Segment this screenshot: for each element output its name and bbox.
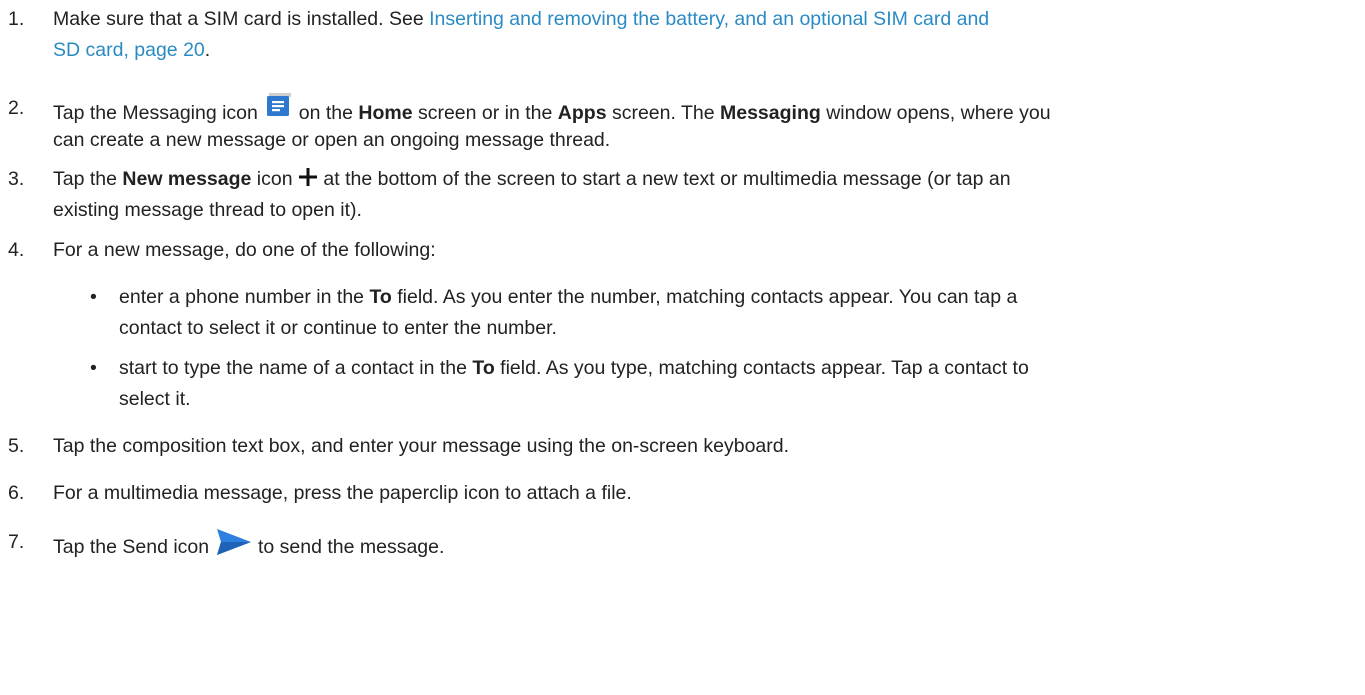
step-text: For a new message, do one of the followi… (53, 239, 436, 261)
step-text: Tap the composition text box, and enter … (53, 435, 790, 457)
step-number: 1. (8, 8, 25, 30)
plus-icon (299, 168, 317, 186)
battery-sim-link-cont[interactable]: SD card, page 20 (53, 39, 205, 61)
step-text: Tap the Messaging icon on the Home scree… (53, 93, 1303, 129)
step-number: 5. (8, 435, 25, 457)
step-text-line2: can create a new message or open an ongo… (53, 129, 611, 151)
step-text: Tap the Send icon to send the message. (53, 527, 1303, 563)
step-text: Make sure that a SIM card is installed. … (53, 8, 990, 30)
step-number: 3. (8, 168, 25, 190)
battery-sim-link[interactable]: Inserting and removing the battery, and … (429, 8, 989, 30)
send-icon (216, 529, 251, 555)
bullet-text-line2: select it. (119, 388, 191, 410)
step-text-line2: SD card, page 20. (53, 39, 211, 61)
messaging-icon (267, 93, 292, 116)
bullet-dot: • (90, 357, 97, 379)
step-number: 6. (8, 482, 25, 504)
step-text-line2: existing message thread to open it). (53, 199, 362, 221)
bullet-text-line2: contact to select it or continue to ente… (119, 317, 557, 339)
step-text: Tap the New message icon at the bottom o… (53, 168, 1011, 190)
step-text: For a multimedia message, press the pape… (53, 482, 632, 504)
bullet-text: enter a phone number in the To field. As… (119, 286, 1018, 308)
step-number: 4. (8, 239, 25, 261)
bullet-dot: • (90, 286, 97, 308)
bullet-text: start to type the name of a contact in t… (119, 357, 1029, 379)
step-number: 2. (8, 97, 25, 119)
step-number: 7. (8, 531, 25, 553)
document-page: { "steps": [ { "num": "1.", "pre": "Make… (0, 0, 1365, 695)
